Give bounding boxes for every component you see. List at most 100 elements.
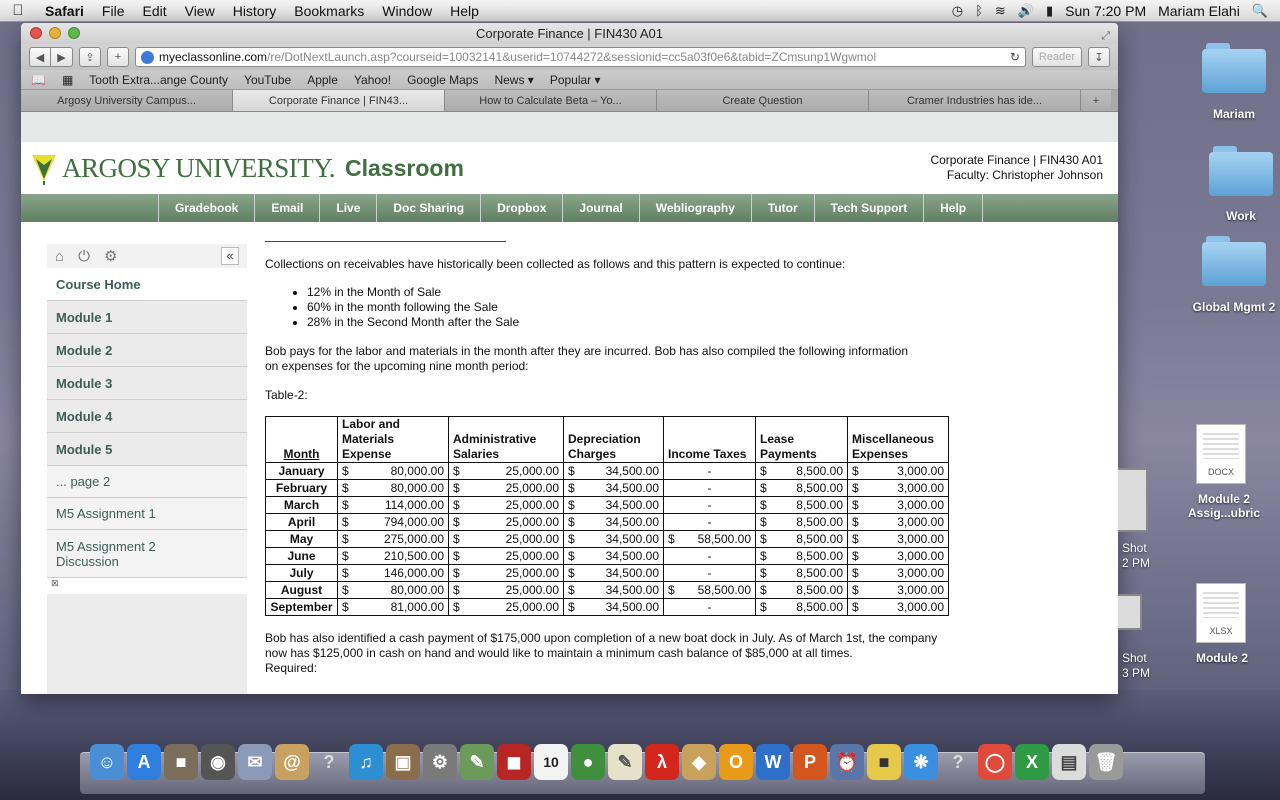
calendar-icon[interactable]: 10 (534, 744, 568, 780)
nav-dropbox[interactable]: Dropbox (480, 194, 562, 222)
menu-view[interactable]: View (176, 3, 224, 19)
nav-doc-sharing[interactable]: Doc Sharing (376, 194, 480, 222)
zoom-window-icon[interactable] (68, 27, 80, 39)
sidebar-item-module-3[interactable]: Module 3 (47, 367, 247, 400)
tab-cramer-industries[interactable]: Cramer Industries has ide... (869, 90, 1081, 111)
nav-webliography[interactable]: Webliography (638, 194, 751, 222)
itunes-icon[interactable]: ♫ (349, 744, 383, 780)
menu-window[interactable]: Window (373, 3, 441, 19)
wifi-icon[interactable]: ≋ (995, 3, 1006, 19)
acrobat-icon[interactable]: λ (645, 744, 679, 780)
share-button[interactable]: ⇪ (79, 47, 101, 67)
tab-corporate-finance[interactable]: Corporate Finance | FIN43... (233, 90, 445, 111)
stickies-icon[interactable]: ■ (867, 744, 901, 780)
screenshot-thumb-icon[interactable] (1118, 468, 1148, 532)
time-machine-icon[interactable]: ◷ (952, 3, 963, 19)
menu-edit[interactable]: Edit (133, 3, 175, 19)
tab-calculate-beta[interactable]: How to Calculate Beta – Yo... (445, 90, 657, 111)
desktop-label-screenshot-1-time[interactable]: 2 PM (1122, 556, 1150, 570)
desktop-label-screenshot-2[interactable]: Shot (1122, 651, 1147, 665)
sidebar-item-page-2[interactable]: ... page 2 (47, 466, 247, 498)
contacts-icon[interactable]: @ (275, 744, 309, 780)
powerpoint-icon[interactable]: P (793, 744, 827, 780)
sidebar-item-module-5[interactable]: Module 5 (47, 433, 247, 466)
xlsx-file-icon[interactable]: XLSX (1196, 583, 1246, 643)
desktop-label-screenshot-1[interactable]: Shot (1122, 541, 1147, 555)
folder-icon[interactable] (1209, 146, 1273, 196)
dashboard-icon[interactable]: ■ (164, 744, 198, 780)
power-icon[interactable]: ⏻ (78, 248, 90, 265)
menu-history[interactable]: History (224, 3, 286, 19)
argosy-logo[interactable]: ARGOSY UNIVERSITY. Classroom (30, 151, 464, 185)
sidebar-item-m5-assignment-2[interactable]: M5 Assignment 2 Discussion (47, 530, 247, 578)
nav-gradebook[interactable]: Gradebook (158, 194, 254, 222)
forward-button[interactable]: ▶ (51, 47, 73, 67)
docx-file-icon[interactable]: DOCX (1196, 424, 1246, 484)
folder-icon[interactable] (1202, 43, 1266, 93)
reload-icon[interactable]: ↻ (1004, 50, 1020, 64)
bluetooth-icon[interactable]: ᛒ (975, 3, 983, 18)
excel-icon[interactable]: X (1015, 744, 1049, 780)
menu-file[interactable]: File (93, 3, 134, 19)
fullscreen-icon[interactable]: ⤢ (1101, 26, 1110, 47)
battery-icon[interactable]: ▮ (1046, 3, 1053, 19)
reading-list-icon[interactable]: 📖 (31, 73, 46, 87)
expand-icon[interactable]: ⊠ (47, 578, 247, 594)
screenshot-thumb-icon[interactable] (1118, 594, 1142, 630)
desktop-label-mariam[interactable]: Mariam (1184, 107, 1280, 121)
top-sites-icon[interactable]: ▦ (62, 73, 73, 87)
trash-icon[interactable]: 🗑 (1089, 744, 1123, 780)
bookmark-yahoo[interactable]: Yahoo! (354, 73, 391, 87)
bookmark-apple[interactable]: Apple (307, 73, 338, 87)
mail-icon[interactable]: ✉ (238, 744, 272, 780)
word-icon[interactable]: W (756, 744, 790, 780)
document-stack-icon[interactable]: ▤ (1052, 744, 1086, 780)
menu-app-name[interactable]: Safari (36, 3, 93, 19)
unknown-app-icon[interactable]: ? (312, 744, 346, 780)
desktop-label-module2[interactable]: Module 2 (1172, 651, 1272, 665)
system-preferences-icon[interactable]: ⚙ (423, 744, 457, 780)
sidebar-item-course-home[interactable]: Course Home (47, 268, 247, 301)
add-tab-icon[interactable]: + (1081, 90, 1111, 111)
ibooks-icon[interactable]: ◆ (682, 744, 716, 780)
sidebar-item-m5-assignment-1[interactable]: M5 Assignment 1 (47, 498, 247, 530)
bookmark-tooth[interactable]: Tooth Extra...ange County (89, 73, 228, 87)
clock-app-icon[interactable]: ⏰ (830, 744, 864, 780)
minimize-window-icon[interactable] (49, 27, 61, 39)
user-name[interactable]: Mariam Elahi (1158, 3, 1240, 19)
unknown-app-icon[interactable]: ? (941, 744, 975, 780)
sidebar-item-module-4[interactable]: Module 4 (47, 400, 247, 433)
reader-button[interactable]: Reader (1031, 47, 1082, 67)
downloads-button[interactable]: ↧ (1088, 47, 1110, 67)
app-store-icon[interactable]: A (127, 744, 161, 780)
safari-icon[interactable]: ❋ (904, 744, 938, 780)
desktop-label-screenshot-2-time[interactable]: 3 PM (1122, 666, 1150, 680)
volume-icon[interactable]: 🔊 (1018, 3, 1034, 19)
desktop-label-global-mgmt[interactable]: Global Mgmt 2 (1184, 300, 1280, 314)
textedit-icon[interactable]: ✎ (608, 744, 642, 780)
messages-icon[interactable]: ● (571, 744, 605, 780)
apple-menu-icon[interactable]:  (0, 2, 36, 19)
finder-icon[interactable]: ☺ (90, 744, 124, 780)
address-bar[interactable]: myeclassonline.com /re/DotNextLaunch.asp… (135, 47, 1026, 67)
bookmark-google-maps[interactable]: Google Maps (407, 73, 478, 87)
outlook-icon[interactable]: O (719, 744, 753, 780)
tab-create-question[interactable]: Create Question (657, 90, 869, 111)
tab-argosy-campus[interactable]: Argosy University Campus... (21, 90, 233, 111)
folder-icon[interactable] (1202, 236, 1266, 286)
desktop-label-module2-rubric[interactable]: Module 2 Assig...ubric (1174, 492, 1274, 520)
nav-tech-support[interactable]: Tech Support (813, 194, 923, 222)
menu-bookmarks[interactable]: Bookmarks (285, 3, 373, 19)
new-tab-button[interactable]: + (107, 47, 129, 67)
spotlight-search-icon[interactable]: 🔍 (1252, 3, 1268, 19)
nav-tutor[interactable]: Tutor (750, 194, 814, 222)
bookmark-popular[interactable]: Popular ▾ (550, 73, 601, 87)
nav-journal[interactable]: Journal (562, 194, 638, 222)
nav-live[interactable]: Live (319, 194, 376, 222)
bookmark-news[interactable]: News ▾ (494, 73, 533, 87)
photo-booth-icon[interactable]: ◼ (497, 744, 531, 780)
menu-help[interactable]: Help (441, 3, 488, 19)
close-window-icon[interactable] (30, 27, 42, 39)
collapse-sidebar-button[interactable]: « (221, 247, 239, 265)
desktop-label-work[interactable]: Work (1191, 209, 1280, 223)
